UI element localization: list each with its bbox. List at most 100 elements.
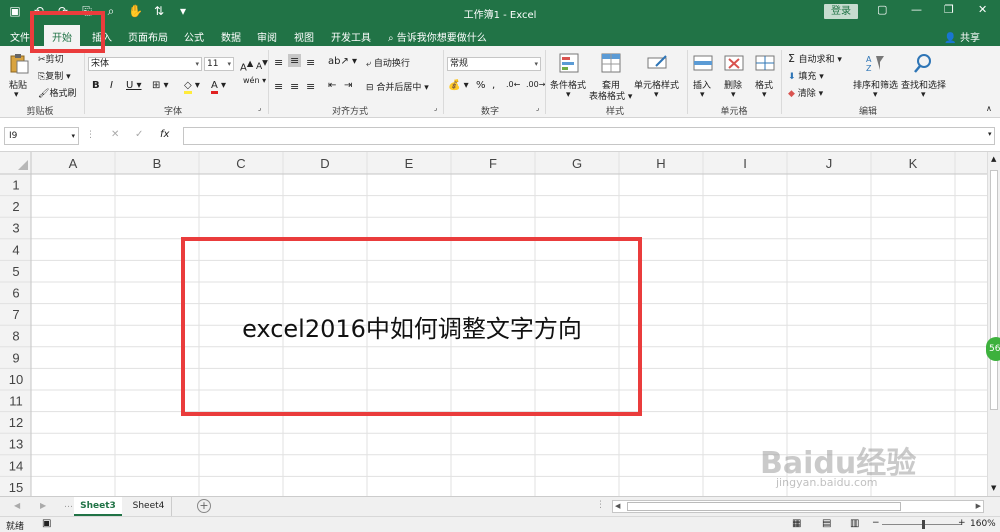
borders-icon[interactable]: ⊞ ▾ bbox=[152, 80, 169, 91]
format-as-table-button-line2[interactable]: 表格格式 ▾ bbox=[589, 89, 632, 102]
row-header[interactable]: 9 bbox=[12, 350, 19, 365]
zoom-in-icon[interactable]: + bbox=[958, 518, 966, 528]
page-layout-view-icon[interactable]: ▤ bbox=[822, 518, 831, 529]
row-header[interactable]: 8 bbox=[12, 329, 19, 344]
decrease-font-icon[interactable]: A▼ bbox=[256, 58, 268, 72]
close-icon[interactable]: ✕ bbox=[978, 3, 987, 16]
percent-icon[interactable]: % bbox=[476, 80, 486, 91]
expand-formula-icon[interactable]: ▾ bbox=[988, 130, 992, 138]
row-header[interactable]: 3 bbox=[12, 221, 19, 236]
tab-split-icon[interactable]: ⋮ bbox=[596, 500, 605, 510]
row-header[interactable]: 5 bbox=[12, 264, 19, 279]
clear-button[interactable]: ◆ 清除 ▾ bbox=[788, 86, 823, 99]
login-button[interactable]: 登录 bbox=[824, 4, 858, 19]
number-dialog-launcher-icon[interactable]: ⌟ bbox=[536, 104, 539, 112]
share-button[interactable]: 👤 共享 bbox=[944, 29, 980, 44]
column-header[interactable]: B bbox=[153, 156, 162, 171]
fill-color-icon[interactable]: ◇ ▾ bbox=[184, 80, 200, 94]
increase-decimal-icon[interactable]: .0← bbox=[506, 80, 520, 89]
cancel-icon[interactable]: ✕ bbox=[111, 129, 119, 140]
column-header[interactable]: C bbox=[236, 156, 245, 171]
row-header[interactable]: 15 bbox=[9, 480, 23, 495]
paste-icon[interactable] bbox=[8, 52, 30, 74]
wrap-text-button[interactable]: ⤶ 自动换行 bbox=[366, 56, 410, 69]
align-bottom-icon[interactable]: ≡ bbox=[306, 56, 315, 69]
format-painter-button[interactable]: 🖌格式刷 bbox=[38, 86, 76, 99]
tell-me-search[interactable]: ⌕ 告诉我你想要做什么 bbox=[388, 29, 487, 44]
scroll-sheets-right-icon[interactable]: ▶ bbox=[40, 501, 46, 510]
font-color-icon[interactable]: A ▾ bbox=[211, 80, 226, 94]
ribbon-options-icon[interactable]: ▢ bbox=[877, 3, 887, 16]
enter-icon[interactable]: ✓ bbox=[135, 129, 143, 140]
cut-button[interactable]: ✂剪切 bbox=[38, 52, 64, 65]
row-header[interactable]: 7 bbox=[12, 307, 19, 322]
column-header[interactable]: E bbox=[405, 156, 414, 171]
row-header[interactable]: 10 bbox=[9, 372, 23, 387]
decrease-decimal-icon[interactable]: .00→ bbox=[526, 80, 545, 89]
row-header[interactable]: 4 bbox=[12, 242, 19, 257]
row-header[interactable]: 11 bbox=[9, 394, 23, 409]
hscroll-thumb[interactable] bbox=[627, 502, 901, 511]
comma-style-icon[interactable]: , bbox=[492, 80, 495, 91]
scroll-left-icon[interactable]: ◀ bbox=[615, 502, 620, 510]
merge-center-button[interactable]: ⊟ 合并后居中 ▾ bbox=[366, 80, 429, 93]
scroll-up-icon[interactable]: ▲ bbox=[991, 155, 996, 163]
decrease-indent-icon[interactable]: ⇤ bbox=[328, 80, 336, 91]
column-header[interactable]: G bbox=[572, 156, 582, 171]
tab-developer[interactable]: 开发工具 bbox=[331, 29, 371, 44]
bold-icon[interactable]: B bbox=[92, 80, 100, 91]
align-left-icon[interactable]: ≡ bbox=[274, 80, 283, 93]
accounting-format-icon[interactable]: 💰 ▾ bbox=[448, 80, 469, 91]
fill-button[interactable]: ⬇ 填充 ▾ bbox=[788, 69, 824, 82]
zoom-out-icon[interactable]: − bbox=[872, 518, 880, 528]
more-sheets-icon[interactable]: … bbox=[64, 500, 73, 510]
alignment-dialog-launcher-icon[interactable]: ⌟ bbox=[434, 104, 437, 112]
sheet-tab-sheet4[interactable]: Sheet4 bbox=[126, 497, 172, 516]
page-break-view-icon[interactable]: ▥ bbox=[850, 518, 859, 529]
sheet-tab-sheet3[interactable]: Sheet3 bbox=[74, 497, 122, 516]
normal-view-icon[interactable]: ▦ bbox=[792, 518, 801, 529]
tab-review[interactable]: 审阅 bbox=[257, 29, 277, 44]
orientation-icon[interactable]: ab↗ ▾ bbox=[328, 56, 357, 67]
column-header[interactable]: F bbox=[489, 156, 497, 171]
align-top-icon[interactable]: ≡ bbox=[274, 56, 283, 69]
font-name-select[interactable]: 宋体 ▾ bbox=[88, 57, 202, 71]
macro-record-icon[interactable]: ▣ bbox=[42, 518, 51, 529]
tab-file[interactable]: 文件 bbox=[10, 29, 30, 44]
minimize-icon[interactable]: — bbox=[911, 3, 922, 16]
row-header[interactable]: 12 bbox=[9, 415, 23, 430]
row-header[interactable]: 2 bbox=[12, 199, 19, 214]
row-header[interactable]: 1 bbox=[12, 178, 19, 193]
number-format-select[interactable]: 常规 ▾ bbox=[447, 57, 541, 71]
align-middle-icon[interactable]: ≡ bbox=[288, 54, 302, 67]
column-header[interactable]: D bbox=[320, 156, 329, 171]
align-right-icon[interactable]: ≡ bbox=[306, 80, 315, 93]
autosum-button[interactable]: Σ 自动求和 ▾ bbox=[788, 52, 842, 65]
tab-page-layout[interactable]: 页面布局 bbox=[128, 29, 168, 44]
align-center-icon[interactable]: ≡ bbox=[290, 80, 299, 93]
collapse-ribbon-icon[interactable]: ∧ bbox=[986, 104, 992, 113]
row-header[interactable]: 13 bbox=[9, 437, 23, 452]
vertical-scrollbar[interactable]: ▲ ▼ bbox=[987, 152, 1000, 496]
zoom-level[interactable]: 160% bbox=[970, 519, 996, 529]
scroll-down-icon[interactable]: ▼ bbox=[991, 484, 996, 492]
phonetic-icon[interactable]: wén ▾ bbox=[243, 76, 266, 85]
column-header[interactable]: H bbox=[656, 156, 665, 171]
increase-font-icon[interactable]: A▲ bbox=[240, 58, 253, 73]
side-badge[interactable]: 56 bbox=[986, 337, 1000, 361]
horizontal-scrollbar[interactable]: ◀ ▶ bbox=[612, 500, 984, 513]
column-header[interactable]: A bbox=[69, 156, 78, 171]
underline-icon[interactable]: U ▾ bbox=[126, 80, 142, 91]
row-header[interactable]: 6 bbox=[12, 286, 19, 301]
paste-dropdown-icon[interactable]: ▾ bbox=[14, 90, 19, 100]
scroll-right-icon[interactable]: ▶ bbox=[976, 502, 981, 510]
tab-formulas[interactable]: 公式 bbox=[184, 29, 204, 44]
name-box[interactable]: I9 ▾ bbox=[4, 127, 79, 145]
scroll-thumb[interactable] bbox=[990, 170, 998, 410]
restore-icon[interactable]: ❐ bbox=[944, 3, 954, 16]
increase-indent-icon[interactable]: ⇥ bbox=[344, 80, 352, 91]
insert-function-icon[interactable]: fx bbox=[160, 129, 169, 140]
new-sheet-icon[interactable]: + bbox=[197, 499, 211, 513]
zoom-slider-thumb[interactable] bbox=[922, 520, 925, 529]
tab-data[interactable]: 数据 bbox=[221, 29, 241, 44]
